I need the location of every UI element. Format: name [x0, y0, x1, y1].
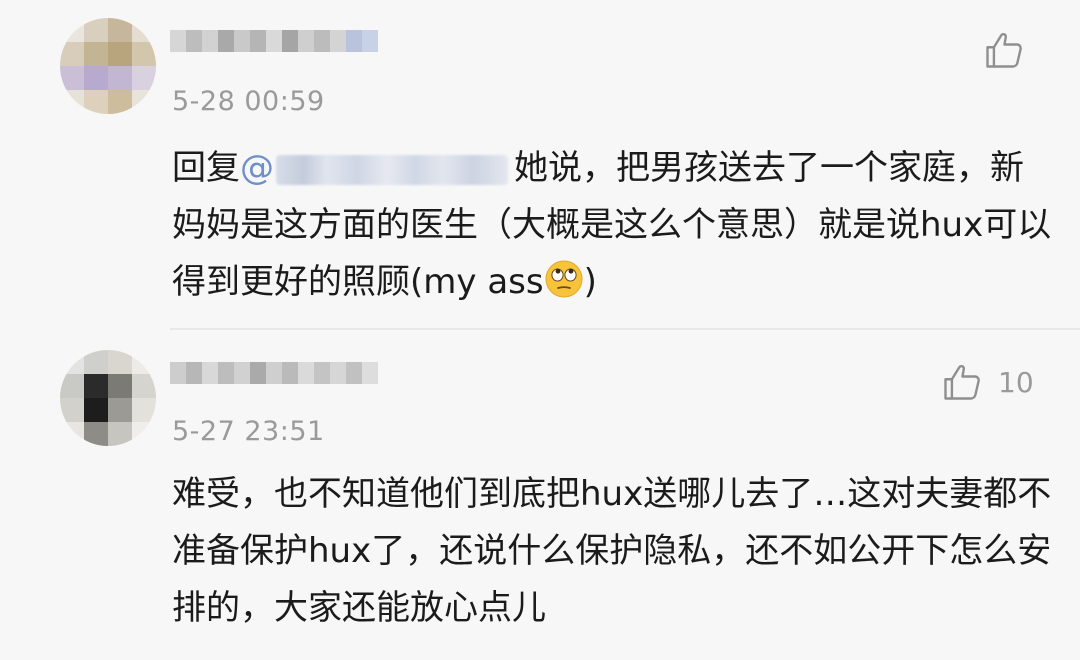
avatar[interactable] [60, 350, 156, 446]
comment-body-end: ) [583, 262, 597, 302]
like-button[interactable] [982, 28, 1040, 72]
username-blurred[interactable] [170, 352, 378, 396]
comment-timestamp: 5-28 00:59 [172, 86, 325, 117]
thumbs-up-icon [940, 360, 984, 404]
reply-prefix: 回复 [172, 148, 240, 188]
comment-item: 5-27 23:51 10 难受，也不知道他们到底把hux送哪儿去了…这对夫妻都… [0, 330, 1080, 660]
mention-symbol: @ [240, 148, 274, 188]
thumbs-up-icon [982, 28, 1026, 72]
comment-text: 难受，也不知道他们到底把hux送哪儿去了…这对夫妻都不准备保护hux了，还说什么… [172, 474, 1052, 628]
comment-item: 5-28 00:59 回复@ 她说，把男孩送去了一个家庭，新妈妈是这方面的医生（大… [0, 0, 1080, 328]
mention-name-blurred [276, 154, 508, 185]
username-blurred[interactable] [170, 20, 378, 64]
avatar[interactable] [60, 18, 156, 114]
like-count: 10 [998, 365, 1034, 399]
face-with-rolling-eyes-emoji [544, 260, 584, 302]
comment-timestamp: 5-27 23:51 [172, 416, 325, 447]
mention-link[interactable]: @ [240, 140, 514, 197]
like-button[interactable]: 10 [940, 360, 1034, 404]
comment-text: 回复@ 她说，把男孩送去了一个家庭，新妈妈是这方面的医生（大概是这么个意思）就是说… [172, 140, 1052, 311]
